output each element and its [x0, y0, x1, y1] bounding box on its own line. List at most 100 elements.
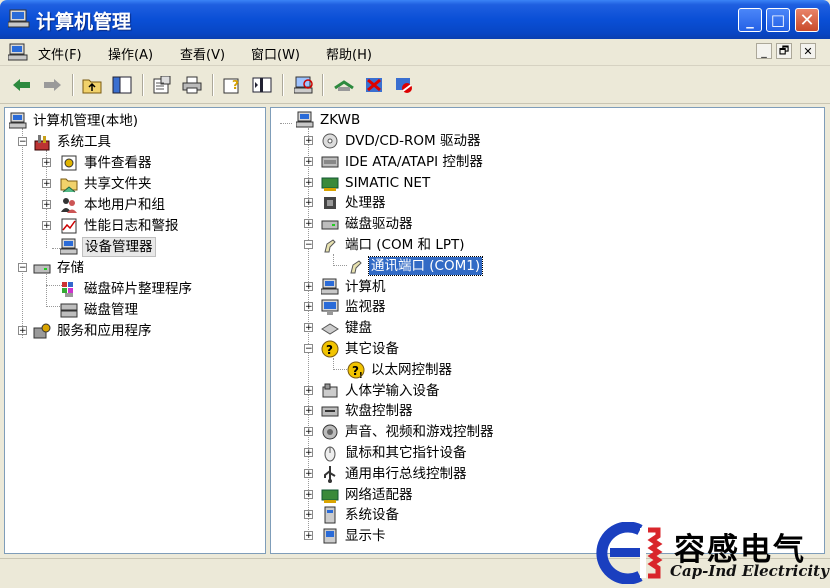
tree-root-computer[interactable]: ZKWB: [296, 110, 362, 130]
device-tree-item[interactable]: DVD/CD-ROM 驱动器: [321, 131, 482, 151]
computer-icon: [9, 112, 27, 129]
menu-file[interactable]: 文件(F): [38, 44, 82, 63]
tree-item-shared-folders[interactable]: 共享文件夹: [60, 174, 154, 194]
expand-toggle[interactable]: +: [304, 468, 313, 478]
device-tree-item[interactable]: 键盘: [321, 318, 374, 338]
tree-label: 键盘: [345, 320, 372, 337]
expand-toggle[interactable]: +: [304, 177, 313, 187]
expand-toggle[interactable]: +: [304, 156, 313, 166]
device-tree-item[interactable]: 人体学输入设备: [321, 381, 442, 401]
tree-label: 通用串行总线控制器: [345, 465, 467, 482]
device-tree-item[interactable]: 系统设备: [321, 505, 401, 525]
close-button[interactable]: ✕: [795, 8, 819, 32]
tree-item-disk-defragmenter[interactable]: 磁盘碎片整理程序: [60, 279, 194, 299]
expand-toggle[interactable]: +: [42, 179, 51, 189]
collapse-toggle[interactable]: −: [18, 137, 27, 147]
tree-item-local-users-groups[interactable]: 本地用户和组: [60, 195, 167, 215]
tree-label: DVD/CD-ROM 驱动器: [345, 133, 481, 149]
expand-toggle[interactable]: +: [304, 385, 313, 395]
tree-label: 存储: [57, 260, 84, 276]
expand-toggle[interactable]: +: [304, 219, 313, 229]
tree-item-services-applications[interactable]: 服务和应用程序: [33, 321, 154, 341]
collapse-toggle[interactable]: −: [304, 240, 313, 250]
tree-item-device-manager[interactable]: 设备管理器: [60, 237, 156, 257]
expand-toggle[interactable]: +: [304, 531, 313, 541]
tree-item-system-tools[interactable]: 系统工具: [33, 132, 113, 152]
title-bar[interactable]: 计算机管理 _ □ ✕: [0, 0, 830, 39]
tree-label: 软盘控制器: [345, 403, 413, 420]
unknown-device-icon: ?: [321, 340, 339, 358]
device-tree-item[interactable]: 通用串行总线控制器: [321, 464, 469, 484]
expand-toggle[interactable]: +: [304, 489, 313, 499]
device-tree-item[interactable]: 声音、视频和游戏控制器: [321, 422, 496, 442]
back-arrow-icon[interactable]: [10, 73, 34, 97]
device-tree-item[interactable]: 通讯端口 (COM1): [347, 255, 484, 276]
menu-window[interactable]: 窗口(W): [251, 44, 300, 63]
device-tree-item[interactable]: SIMATIC NET: [321, 173, 432, 193]
tree-label: 以太网控制器: [371, 361, 452, 378]
up-folder-icon[interactable]: [80, 73, 104, 97]
expand-toggle[interactable]: +: [304, 427, 313, 437]
print-icon[interactable]: [180, 73, 204, 97]
tree-label: 系统设备: [345, 507, 399, 524]
show-hide-tree-icon[interactable]: [110, 73, 134, 97]
expand-toggle[interactable]: +: [304, 136, 313, 146]
mdi-minimize-button[interactable]: _: [756, 43, 772, 59]
expand-toggle[interactable]: +: [304, 302, 313, 312]
ide-controller-icon: [321, 156, 339, 168]
expand-toggle[interactable]: +: [304, 323, 313, 333]
disable-icon[interactable]: [392, 73, 416, 97]
tree-label: 设备管理器: [82, 237, 156, 257]
menu-view[interactable]: 查看(V): [180, 44, 225, 63]
expand-toggle[interactable]: +: [18, 326, 27, 336]
minimize-button[interactable]: _: [738, 8, 762, 32]
device-tree-item[interactable]: ? 其它设备: [321, 339, 401, 359]
tree-item-event-viewer[interactable]: 事件查看器: [60, 153, 154, 173]
uninstall-icon[interactable]: [362, 73, 386, 97]
device-tree-item[interactable]: 软盘控制器: [321, 401, 415, 421]
expand-toggle[interactable]: +: [42, 221, 51, 231]
expand-toggle[interactable]: +: [304, 406, 313, 416]
scan-hardware-icon[interactable]: [292, 73, 316, 97]
expand-toggle[interactable]: +: [42, 158, 51, 168]
tree-label: 计算机管理(本地): [33, 113, 139, 129]
console-tree-pane[interactable]: 计算机管理(本地) − 系统工具 + 事件查看器 + 共享文件夹 + 本地用户和…: [4, 107, 266, 554]
expand-toggle[interactable]: +: [304, 281, 313, 291]
help-icon[interactable]: ?: [220, 73, 244, 97]
expand-toggle[interactable]: +: [304, 510, 313, 520]
device-tree-item[interactable]: 监视器: [321, 297, 388, 317]
console-menu-icon[interactable]: [8, 43, 28, 61]
monitor-icon: [321, 299, 339, 316]
tree-item-storage[interactable]: 存储: [33, 258, 86, 278]
tree-item-disk-management[interactable]: 磁盘管理: [60, 300, 140, 320]
device-tree-item[interactable]: 显示卡: [321, 526, 388, 546]
device-tree-item[interactable]: 端口 (COM 和 LPT): [321, 235, 467, 255]
device-tree-item[interactable]: ?! 以太网控制器: [347, 360, 454, 380]
storage-icon: [33, 264, 51, 274]
device-tree-item[interactable]: 鼠标和其它指针设备: [321, 443, 469, 463]
device-tree-pane[interactable]: ZKWB + DVD/CD-ROM 驱动器 + IDE ATA/ATAPI 控制器 + S…: [270, 107, 825, 554]
collapse-toggle[interactable]: −: [304, 344, 313, 354]
update-driver-icon[interactable]: [332, 73, 356, 97]
tree-root-computer-management[interactable]: 计算机管理(本地): [9, 111, 140, 131]
properties-icon[interactable]: [150, 73, 174, 97]
expand-toggle[interactable]: +: [304, 448, 313, 458]
device-tree-item[interactable]: 计算机: [321, 277, 388, 297]
forward-arrow-icon[interactable]: [40, 73, 64, 97]
maximize-button[interactable]: □: [766, 8, 790, 32]
expand-toggle[interactable]: +: [304, 198, 313, 208]
collapse-toggle[interactable]: −: [18, 263, 27, 273]
mdi-close-button[interactable]: ✕: [800, 43, 816, 59]
device-tree-item[interactable]: IDE ATA/ATAPI 控制器: [321, 152, 485, 172]
device-tree-item[interactable]: 处理器: [321, 193, 388, 213]
menu-action[interactable]: 操作(A): [108, 44, 153, 63]
device-tree-item[interactable]: 磁盘驱动器: [321, 214, 415, 234]
console-icon[interactable]: [250, 73, 274, 97]
expand-toggle[interactable]: +: [42, 200, 51, 210]
mdi-restore-button[interactable]: 🗗: [776, 43, 792, 59]
tree-label: 声音、视频和游戏控制器: [345, 424, 494, 441]
tree-item-performance-logs[interactable]: 性能日志和警报: [60, 216, 181, 236]
device-tree-item[interactable]: 网络适配器: [321, 485, 415, 505]
menu-help[interactable]: 帮助(H): [326, 44, 372, 63]
sound-icon: [322, 424, 338, 440]
